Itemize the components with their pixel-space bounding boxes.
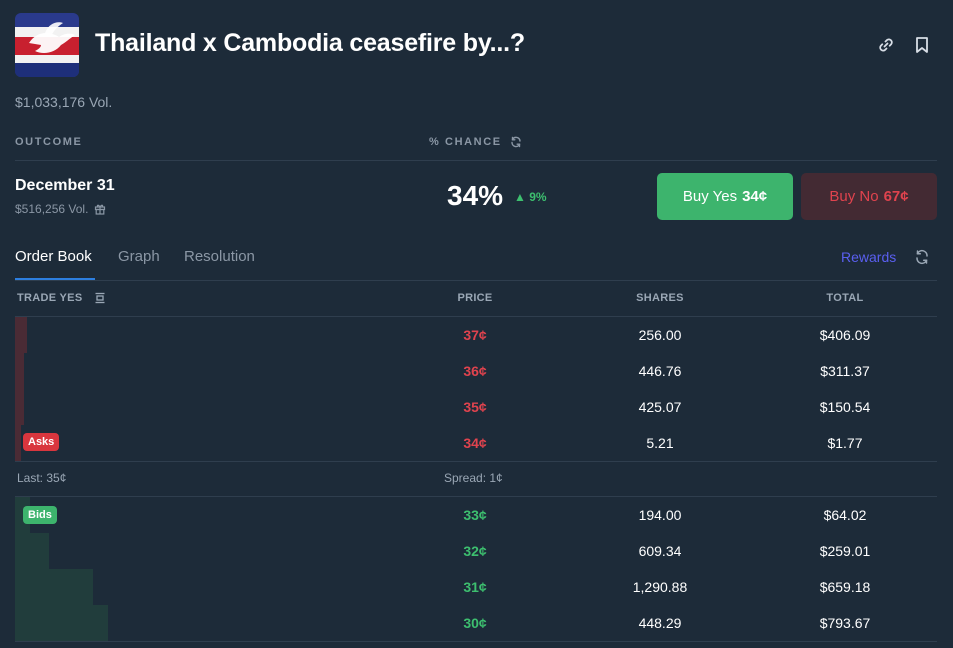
spread: Spread: 1¢ <box>444 471 503 485</box>
buy-yes-label: Buy Yes <box>682 188 738 205</box>
bookmark-icon[interactable] <box>912 35 932 55</box>
market-volume: $1,033,176 Vol. <box>15 94 113 110</box>
ask-shares: 446.76 <box>638 363 682 379</box>
divider <box>15 160 937 161</box>
market-image <box>15 13 79 77</box>
bid-row[interactable]: 32¢ 609.34 $259.01 <box>15 533 937 569</box>
bid-total: $64.02 <box>823 507 867 523</box>
market-title: Thailand x Cambodia ceasefire by...? <box>95 29 525 57</box>
bid-row[interactable]: 31¢ 1,290.88 $659.18 <box>15 569 937 605</box>
bid-price: 30¢ <box>463 615 487 631</box>
divider <box>15 280 937 281</box>
asks-badge: Asks <box>23 433 60 451</box>
divider <box>15 641 937 642</box>
link-icon[interactable] <box>876 35 896 55</box>
ask-total: $1.77 <box>827 435 863 451</box>
chance-delta-value: 9% <box>529 190 547 204</box>
outcome-volume: $516,256 Vol. <box>15 202 89 216</box>
outcome-column-header: OUTCOME <box>15 136 83 148</box>
ask-total: $150.54 <box>819 399 871 415</box>
bid-price: 31¢ <box>463 579 487 595</box>
buy-yes-button[interactable]: Buy Yes 34¢ <box>657 173 793 220</box>
bid-shares: 194.00 <box>638 507 682 523</box>
ask-row[interactable]: 34¢ 5.21 $1.77 <box>15 425 937 461</box>
outcome-volume-row: $516,256 Vol. <box>15 202 106 216</box>
bid-depth-bar <box>15 569 94 605</box>
ask-row[interactable]: 35¢ 425.07 $150.54 <box>15 389 937 425</box>
ask-shares: 425.07 <box>638 399 682 415</box>
ask-row[interactable]: 36¢ 446.76 $311.37 <box>15 353 937 389</box>
ask-price: 35¢ <box>463 399 487 415</box>
chance-column-header: % CHANCE <box>429 136 522 148</box>
buy-no-label: Buy No <box>829 188 879 205</box>
ask-total: $311.37 <box>820 363 870 379</box>
ask-price: 36¢ <box>463 363 487 379</box>
rewards-link[interactable]: Rewards <box>841 249 896 265</box>
arrow-up-icon: ▲ <box>514 190 526 204</box>
total-header: TOTAL <box>826 292 864 304</box>
ask-total: $406.09 <box>819 327 871 343</box>
bid-shares: 448.29 <box>638 615 682 631</box>
shares-header: SHARES <box>636 292 684 304</box>
last-price: Last: 35¢ <box>17 471 67 485</box>
chance-column-label: % CHANCE <box>429 136 502 148</box>
bid-price: 32¢ <box>463 543 487 559</box>
divider <box>15 461 937 462</box>
outcome-chance: 34% <box>447 180 504 211</box>
bid-price: 33¢ <box>463 507 487 523</box>
trade-yes-header: TRADE YES <box>17 292 106 304</box>
refresh-icon[interactable] <box>510 136 522 148</box>
bid-total: $259.01 <box>819 543 871 559</box>
ask-depth-bar <box>15 317 27 353</box>
bid-row[interactable]: 30¢ 448.29 $793.67 <box>15 605 937 641</box>
gift-icon[interactable] <box>94 203 106 215</box>
price-header: PRICE <box>457 292 493 304</box>
bids-badge: Bids <box>23 506 57 524</box>
chance-delta: ▲ 9% <box>514 190 547 204</box>
ask-depth-bar <box>15 389 25 425</box>
tab-order-book[interactable]: Order Book <box>15 248 92 265</box>
refresh-icon[interactable] <box>914 249 930 265</box>
buy-no-button[interactable]: Buy No 67¢ <box>801 173 937 220</box>
bid-row[interactable]: 33¢ 194.00 $64.02 <box>15 497 937 533</box>
bid-depth-bar <box>15 533 50 569</box>
trade-yes-label: TRADE YES <box>17 292 83 304</box>
bid-depth-bar <box>15 605 109 641</box>
ask-shares: 256.00 <box>638 327 682 343</box>
ask-row[interactable]: 37¢ 256.00 $406.09 <box>15 317 937 353</box>
bid-shares: 1,290.88 <box>632 579 688 595</box>
ask-price: 37¢ <box>463 327 487 343</box>
tab-graph[interactable]: Graph <box>118 248 160 265</box>
ask-price: 34¢ <box>463 435 487 451</box>
ask-depth-bar <box>15 425 21 461</box>
tab-resolution[interactable]: Resolution <box>184 248 255 265</box>
buy-no-price: 67¢ <box>883 188 909 205</box>
bid-shares: 609.34 <box>638 543 682 559</box>
bid-total: $659.18 <box>819 579 871 595</box>
order-book-toggle-icon[interactable] <box>94 292 106 304</box>
buy-yes-price: 34¢ <box>742 188 768 205</box>
bid-total: $793.67 <box>819 615 871 631</box>
outcome-name: December 31 <box>15 177 115 194</box>
ask-shares: 5.21 <box>646 435 674 451</box>
ask-depth-bar <box>15 353 25 389</box>
market-header: Thailand x Cambodia ceasefire by...? <box>15 13 937 77</box>
